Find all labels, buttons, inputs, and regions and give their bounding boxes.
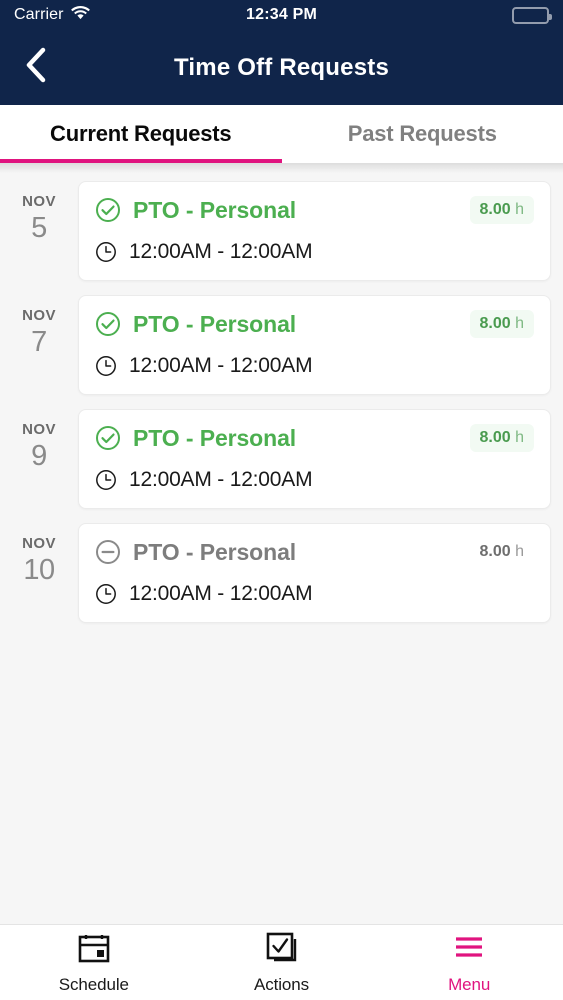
status-bar: Carrier 12:34 PM <box>0 0 563 30</box>
status-bar-left: Carrier <box>14 5 90 25</box>
bottom-nav-label-menu: Menu <box>448 974 491 994</box>
clock-icon <box>95 241 117 263</box>
request-title: PTO - Personal <box>133 196 297 223</box>
hamburger-menu-icon <box>452 931 486 968</box>
request-card-header: PTO - Personal 8.00 h <box>95 196 534 224</box>
request-date-month: NOV <box>22 421 56 438</box>
check-circle-icon <box>95 197 121 223</box>
carrier-label: Carrier <box>14 6 64 23</box>
bottom-nav-item-actions[interactable]: Actions <box>188 931 376 995</box>
request-hours-badge: 8.00 h <box>470 538 535 566</box>
request-hours-badge: 8.00 h <box>469 196 534 224</box>
request-row[interactable]: NOV 5 PTO - Personal 8.00 h 12:00AM - 12… <box>0 181 563 281</box>
request-date-month: NOV <box>22 535 56 552</box>
request-date-month: NOV <box>22 307 56 324</box>
tab-bar-shadow <box>0 163 563 173</box>
bottom-nav-item-menu[interactable]: Menu <box>375 931 563 995</box>
checkbox-stack-icon <box>265 931 299 968</box>
request-hours-badge: 8.00 h <box>469 310 534 338</box>
check-circle-icon <box>95 425 121 451</box>
calendar-icon <box>77 931 111 968</box>
request-date-day: 10 <box>23 554 55 586</box>
request-date-day: 9 <box>31 440 47 472</box>
request-hours-badge: 8.00 h <box>469 424 534 452</box>
request-card-header: PTO - Personal 8.00 h <box>95 310 534 338</box>
request-date: NOV 9 <box>0 409 78 471</box>
request-card-time-row: 12:00AM - 12:00AM <box>95 354 534 378</box>
request-card-header: PTO - Personal 8.00 h <box>95 538 534 566</box>
tab-past-requests[interactable]: Past Requests <box>282 105 563 163</box>
bottom-nav: Schedule Actions Menu <box>0 924 563 1000</box>
request-hours-value: 8.00 <box>479 201 511 218</box>
request-date: NOV 10 <box>0 523 78 585</box>
tab-bar: Current Requests Past Requests <box>0 105 563 163</box>
request-card[interactable]: PTO - Personal 8.00 h 12:00AM - 12:00AM <box>78 523 551 623</box>
request-date: NOV 5 <box>0 181 78 243</box>
request-date-day: 7 <box>31 326 47 358</box>
request-time-range: 12:00AM - 12:00AM <box>129 468 313 491</box>
tab-current-requests[interactable]: Current Requests <box>0 105 282 163</box>
request-card-time-row: 12:00AM - 12:00AM <box>95 468 534 492</box>
request-title: PTO - Personal <box>133 538 297 565</box>
request-time-range: 12:00AM - 12:00AM <box>129 582 313 605</box>
battery-full-icon <box>512 6 552 24</box>
request-card[interactable]: PTO - Personal 8.00 h 12:00AM - 12:00AM <box>78 409 551 509</box>
bottom-nav-label-schedule: Schedule <box>58 974 129 994</box>
chevron-left-icon <box>24 47 46 88</box>
request-row[interactable]: NOV 7 PTO - Personal 8.00 h 12:00AM - 12… <box>0 295 563 395</box>
clock-icon <box>95 355 117 377</box>
requests-list[interactable]: NOV 5 PTO - Personal 8.00 h 12:00AM - 12… <box>0 173 563 924</box>
request-date-day: 5 <box>31 212 47 244</box>
tab-current-requests-label: Current Requests <box>50 121 232 146</box>
request-card-time-row: 12:00AM - 12:00AM <box>95 582 534 606</box>
request-date: NOV 7 <box>0 295 78 357</box>
page-title: Time Off Requests <box>173 53 389 81</box>
back-button[interactable] <box>0 30 70 105</box>
request-date-month: NOV <box>22 193 56 210</box>
minus-circle-icon <box>95 539 121 565</box>
request-row[interactable]: NOV 10 PTO - Personal 8.00 h 12:00AM - 1… <box>0 523 563 623</box>
check-circle-icon <box>95 311 121 337</box>
tab-past-requests-label: Past Requests <box>347 121 497 146</box>
request-hours-unit: h <box>515 543 524 560</box>
request-card-time-row: 12:00AM - 12:00AM <box>95 240 534 264</box>
request-time-range: 12:00AM - 12:00AM <box>129 354 313 377</box>
bottom-nav-label-actions: Actions <box>253 974 310 994</box>
request-time-range: 12:00AM - 12:00AM <box>129 240 313 263</box>
status-bar-right <box>512 6 552 24</box>
request-title: PTO - Personal <box>133 310 297 337</box>
request-card-header: PTO - Personal 8.00 h <box>95 424 534 452</box>
clock-icon <box>95 583 117 605</box>
request-card[interactable]: PTO - Personal 8.00 h 12:00AM - 12:00AM <box>78 181 551 281</box>
wifi-icon <box>70 5 90 25</box>
request-title: PTO - Personal <box>133 424 297 451</box>
request-hours-unit: h <box>515 201 524 218</box>
bottom-nav-item-schedule[interactable]: Schedule <box>0 931 188 995</box>
request-hours-value: 8.00 <box>479 543 511 560</box>
request-card[interactable]: PTO - Personal 8.00 h 12:00AM - 12:00AM <box>78 295 551 395</box>
request-hours-value: 8.00 <box>479 315 511 332</box>
app-root: Carrier 12:34 PM Time Off Requests Curre… <box>0 0 563 1000</box>
request-hours-value: 8.00 <box>479 429 511 446</box>
nav-bar: Time Off Requests <box>0 30 563 105</box>
request-hours-unit: h <box>515 315 524 332</box>
clock-icon <box>95 469 117 491</box>
request-hours-unit: h <box>515 429 524 446</box>
request-row[interactable]: NOV 9 PTO - Personal 8.00 h 12:00AM - 12… <box>0 409 563 509</box>
